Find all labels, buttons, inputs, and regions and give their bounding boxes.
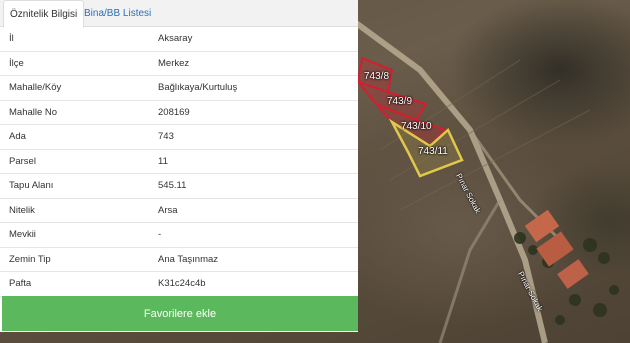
row-label: Zemin Tip xyxy=(9,253,51,265)
row-value: Ana Taşınmaz xyxy=(158,253,219,265)
table-row: Mahalle/Köy Bağlıkaya/Kurtuluş xyxy=(0,76,358,101)
row-label: Tapu Alanı xyxy=(9,180,54,192)
row-label: Pafta xyxy=(9,278,32,290)
row-value: K31c24c4b xyxy=(158,278,206,290)
table-row: Mevkii - xyxy=(0,223,358,248)
table-row: Mahalle No 208169 xyxy=(0,101,358,125)
table-row: Zemin Tip Ana Taşınmaz xyxy=(0,248,358,272)
row-label: Nitelik xyxy=(9,204,35,216)
tab-building-list[interactable]: Bina/BB Listesi xyxy=(78,0,157,28)
row-value: Aksaray xyxy=(158,33,193,45)
row-value: Merkez xyxy=(158,57,190,69)
row-value: Arsa xyxy=(158,204,178,216)
parcel-label-743-10[interactable]: 743/10 xyxy=(401,121,432,132)
row-value: 545.11 xyxy=(158,180,187,192)
row-label: İl xyxy=(9,33,14,45)
table-row: İlçe Merkez xyxy=(0,52,358,76)
row-label: Parsel xyxy=(9,155,36,167)
row-label: Mahalle/Köy xyxy=(9,82,62,94)
row-label: İlçe xyxy=(9,57,24,69)
row-value: 11 xyxy=(158,155,168,167)
table-row: Ada 743 xyxy=(0,125,358,150)
row-value: - xyxy=(158,229,162,241)
table-row: Nitelik Arsa xyxy=(0,199,358,223)
row-label: Ada xyxy=(9,131,26,143)
row-value: 743 xyxy=(158,131,174,143)
table-row: Parsel 11 xyxy=(0,150,358,174)
parcel-info-panel: Öznitelik Bilgisi Bina/BB Listesi İl Aks… xyxy=(0,0,358,332)
parcel-label-743-9[interactable]: 743/9 xyxy=(387,96,412,107)
add-to-favorites-button[interactable]: Favorilere ekle xyxy=(2,296,358,331)
row-label: Mahalle No xyxy=(9,106,58,118)
attribute-table: İl Aksaray İlçe Merkez Mahalle/Köy Bağlı… xyxy=(0,27,358,297)
table-row: Pafta K31c24c4b xyxy=(0,272,358,297)
parcel-label-743-11[interactable]: 743/11 xyxy=(418,146,448,157)
table-row: İl Aksaray xyxy=(0,27,358,52)
row-value: 208169 xyxy=(158,106,190,118)
row-label: Mevkii xyxy=(9,229,36,241)
parcel-label-743-8[interactable]: 743/8 xyxy=(364,71,389,82)
table-row: Tapu Alanı 545.11 xyxy=(0,174,358,199)
row-value: Bağlıkaya/Kurtuluş xyxy=(158,82,238,94)
tab-attribute-info[interactable]: Öznitelik Bilgisi xyxy=(3,0,85,28)
tab-bar: Öznitelik Bilgisi Bina/BB Listesi xyxy=(0,0,358,28)
